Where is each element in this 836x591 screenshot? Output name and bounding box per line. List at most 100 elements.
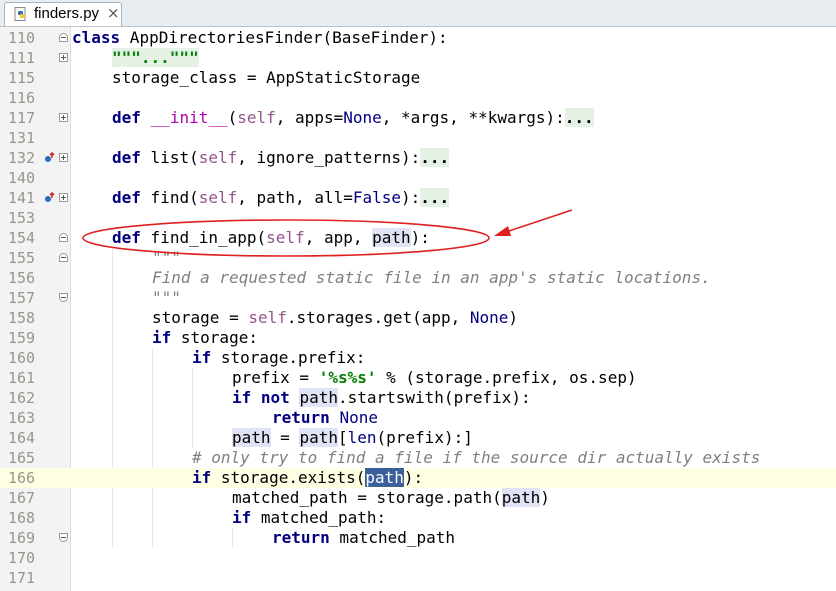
close-tab-icon[interactable]: ×: [107, 4, 120, 22]
path-param-highlight: path: [372, 228, 411, 247]
fold-end-icon[interactable]: [59, 293, 68, 302]
code-line: 159 if storage:: [0, 328, 836, 348]
keyword: def: [112, 148, 141, 167]
path-selection[interactable]: path: [365, 468, 404, 487]
override-method-icon[interactable]: [44, 152, 56, 164]
code-fragment: matched_path:: [251, 508, 387, 527]
keyword: def: [112, 188, 141, 207]
params: , app,: [304, 228, 373, 247]
keyword: if: [232, 508, 252, 527]
code-line: 161 prefix = '%s%s' % (storage.prefix, o…: [0, 368, 836, 388]
fold-end-icon[interactable]: [59, 533, 68, 542]
line-text: if not path.startswith(prefix):: [232, 388, 531, 408]
line-number: 170: [8, 549, 36, 567]
keyword: if not: [232, 388, 290, 407]
line-number: 111: [8, 49, 36, 67]
folded-body[interactable]: ...: [420, 188, 450, 207]
fold-collapse-icon[interactable]: [59, 253, 68, 262]
path-occurrence: path: [299, 428, 338, 447]
line-number: 166: [8, 469, 36, 487]
code-fragment: prefix =: [232, 368, 319, 387]
code-fragment: ): [508, 308, 519, 327]
tab-filename: finders.py: [34, 5, 100, 22]
line-number: 131: [8, 129, 36, 147]
line-text: def find(self, path, all=False):...: [112, 188, 450, 208]
function-name: find_in_app: [150, 228, 257, 247]
code-line: 157 """: [0, 288, 836, 308]
line-text: storage = self.storages.get(app, None): [152, 308, 518, 328]
line-text: if storage.exists(path):: [192, 468, 423, 488]
keyword: return: [272, 408, 330, 427]
fold-expand-icon[interactable]: [59, 153, 68, 162]
code-line: 153: [0, 208, 836, 228]
python-file-icon: [14, 7, 26, 21]
line-text: matched_path = storage.path(path): [232, 488, 550, 508]
fold-collapse-icon[interactable]: [59, 233, 68, 242]
code-line: 162 if not path.startswith(prefix):: [0, 388, 836, 408]
code-line: 170: [0, 548, 836, 568]
code-fragment: storage.prefix:: [211, 348, 366, 367]
override-method-icon[interactable]: [44, 192, 56, 204]
path-occurrence: path: [501, 488, 541, 507]
code-fragment: storage =: [152, 308, 249, 327]
self-keyword: self: [237, 108, 276, 127]
code-line: 132 def list(self, ignore_patterns):...: [0, 148, 836, 168]
code-fragment: % (storage.prefix, os.sep): [376, 368, 637, 387]
keyword: if: [152, 328, 172, 347]
line-text: return matched_path: [272, 528, 455, 548]
code-fragment: [: [337, 428, 348, 447]
string-literal: '%s%s': [318, 368, 377, 387]
keyword: if: [192, 348, 212, 367]
line-number: 116: [8, 89, 36, 107]
none-keyword: None: [469, 308, 509, 327]
code-line: 167 matched_path = storage.path(path): [0, 488, 836, 508]
line-number: 117: [8, 109, 36, 127]
code-line: 116: [0, 88, 836, 108]
line-text: class AppDirectoriesFinder(BaseFinder):: [72, 28, 448, 48]
code-editor[interactable]: 110 class AppDirectoriesFinder(BaseFinde…: [0, 28, 836, 588]
keyword: def: [112, 108, 141, 127]
line-number: 161: [8, 369, 36, 387]
tab-finders-py[interactable]: finders.py ×: [4, 2, 122, 26]
line-text: path = path[len(prefix):]: [232, 428, 473, 448]
self-keyword: self: [248, 308, 287, 327]
line-text: prefix = '%s%s' % (storage.prefix, os.se…: [232, 368, 637, 388]
code-line: 141 def find(self, path, all=False):...: [0, 188, 836, 208]
code-fragment: =: [270, 428, 300, 447]
line-text: if storage.prefix:: [192, 348, 365, 368]
code-line: 111 """...""": [0, 48, 836, 68]
folded-docstring[interactable]: """...""": [112, 48, 199, 67]
line-number: 169: [8, 529, 36, 547]
line-text: def __init__(self, apps=None, *args, **k…: [112, 108, 594, 128]
params: ):: [401, 188, 421, 207]
folded-body[interactable]: ...: [564, 108, 594, 127]
builtin-len: len: [347, 428, 377, 447]
fold-expand-icon[interactable]: [59, 53, 68, 62]
keyword: def: [112, 228, 141, 247]
code-line: 169 return matched_path: [0, 528, 836, 548]
line-number: 160: [8, 349, 36, 367]
line-text: if matched_path:: [232, 508, 386, 528]
code-line: 164 path = path[len(prefix):]: [0, 428, 836, 448]
class-declaration: AppDirectoriesFinder(BaseFinder):: [120, 28, 448, 47]
line-number: 153: [8, 209, 36, 227]
paren: (: [256, 228, 267, 247]
line-number: 155: [8, 249, 36, 267]
function-name: find: [150, 188, 190, 207]
paren: (: [227, 108, 238, 127]
code-line: 117 def __init__(self, apps=None, *args,…: [0, 108, 836, 128]
line-number: 168: [8, 509, 36, 527]
folded-body[interactable]: ...: [420, 148, 450, 167]
docstring: """: [152, 288, 181, 307]
code-fragment: storage.exists(: [211, 468, 366, 487]
fold-expand-icon[interactable]: [59, 193, 68, 202]
paren: (: [189, 188, 199, 207]
line-number: 171: [8, 569, 36, 587]
code-fragment: (prefix):]: [376, 428, 473, 447]
fold-collapse-icon[interactable]: [59, 33, 68, 42]
code-line: 171: [0, 568, 836, 588]
params: , *args, **kwargs):: [381, 108, 565, 127]
code-line: 156 Find a requested static file in an a…: [0, 268, 836, 288]
path-occurrence: path: [299, 388, 338, 407]
fold-expand-icon[interactable]: [59, 113, 68, 122]
